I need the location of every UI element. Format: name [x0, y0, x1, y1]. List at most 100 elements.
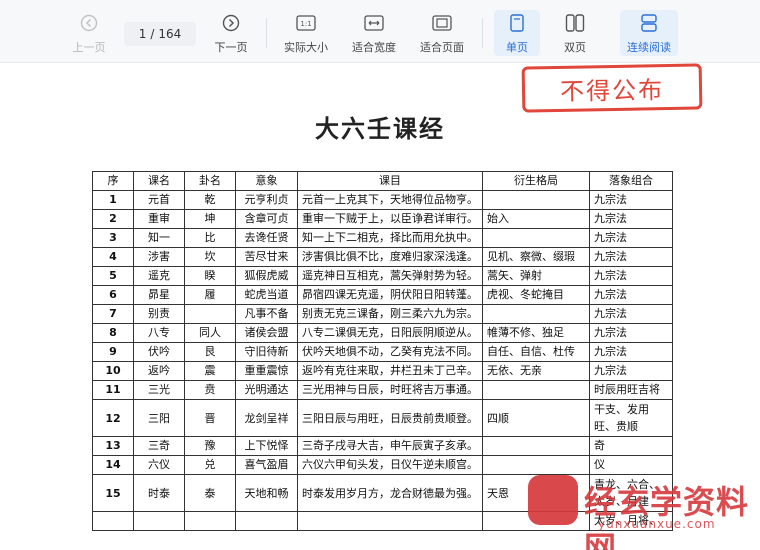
chevron-right-icon [220, 12, 242, 34]
table-cell: 艮 [184, 342, 236, 362]
table-cell: 7 [92, 304, 134, 324]
watermark-logo-icon [528, 475, 578, 525]
header-cell: 课目 [297, 171, 483, 191]
fit-width-icon [363, 12, 385, 34]
site-watermark: 经玄学资料网 yunxuanxue.com [528, 471, 760, 550]
table-cell: 3 [92, 228, 134, 248]
table-cell: 9 [92, 342, 134, 362]
table-cell: 凡事不备 [235, 304, 298, 324]
table-cell: 伏吟天地俱不动，乙癸有克法不同。 [297, 342, 483, 362]
table-cell [184, 511, 236, 531]
table-cell: 返吟有克往来取，井栏丑未丁己辛。 [297, 361, 483, 381]
header-cell: 课名 [133, 171, 185, 191]
table-cell: 奇 [589, 436, 673, 456]
table-cell: 九宗法 [589, 361, 673, 381]
prev-page-label: 上一页 [72, 41, 106, 54]
table-cell: 泰 [184, 474, 236, 512]
page-title: 大六壬课经 [315, 114, 445, 143]
page-indicator[interactable]: 1 / 164 [124, 22, 196, 46]
table-cell: 四顺 [482, 399, 590, 437]
table-cell [297, 511, 483, 531]
table-cell: 13 [92, 436, 134, 456]
table-cell: 元首一上克其下，天地得位品物亨。 [297, 190, 483, 210]
table-cell: 元亨利贞 [235, 190, 298, 210]
table-header-row: 序 课名 卦名 意象 课目 衍生格局 落象组合 [92, 171, 673, 191]
single-page-button[interactable]: 单页 [494, 10, 540, 56]
table-cell: 帷薄不修、独足 [482, 323, 590, 343]
table-row: 2 重审坤含章可贞 重审一下贼于上，以臣诤君详审行。 始入 九宗法 [92, 209, 673, 229]
table-cell: 遥克 [133, 266, 185, 286]
table-cell: 1 [92, 190, 134, 210]
document-page[interactable]: 不得公布 大六壬课经 序 课名 卦名 意象 课目 衍生格局 落象组合 1 元首乾元… [0, 63, 760, 550]
fit-width-button[interactable]: 适合宽度 [348, 10, 400, 56]
table-row: 9 伏吟艮守旧待新 伏吟天地俱不动，乙癸有克法不同。 自任、自信、杜传 九宗法 [92, 342, 673, 362]
table-cell: 八专 [133, 323, 185, 343]
table-cell: 重审 [133, 209, 185, 229]
table-cell: 乾 [184, 190, 236, 210]
table-cell: 三奇子戌寻大吉，申午辰寅子亥承。 [297, 436, 483, 456]
continuous-reading-button[interactable]: 连续阅读 [620, 10, 678, 56]
next-page-button[interactable]: 下一页 [206, 10, 256, 56]
table-cell: 三阳日辰与用旺，日辰贵前贵顺登。 [297, 399, 483, 437]
table-cell: 14 [92, 455, 134, 475]
double-page-label: 双页 [564, 41, 586, 54]
table-cell: 含章可贞 [235, 209, 298, 229]
table-cell: 伏吟 [133, 342, 185, 362]
actual-size-button[interactable]: 1:1 实际大小 [280, 10, 332, 56]
table-cell: 知一 [133, 228, 185, 248]
table-cell: 时泰发用岁月方，龙合财德最为强。 [297, 474, 483, 512]
table-cell: 龙剑呈祥 [235, 399, 298, 437]
table-cell: 守旧待新 [235, 342, 298, 362]
table-cell: 上下悦怿 [235, 436, 298, 456]
fit-page-button[interactable]: 适合页面 [416, 10, 468, 56]
table-cell: 六仪六甲旬头发，日仪午逆未顺宫。 [297, 455, 483, 475]
table-cell: 九宗法 [589, 228, 673, 248]
table-cell: 8 [92, 323, 134, 343]
continuous-reading-label: 连续阅读 [627, 41, 671, 54]
table-cell: 始入 [482, 209, 590, 229]
table-cell: 三光 [133, 380, 185, 400]
table-cell [482, 190, 590, 210]
toolbar: 上一页 1 / 164 下一页 1:1 实际大小 适合宽度 适合页面 单页 双页… [0, 0, 760, 63]
continuous-reading-icon [638, 12, 660, 34]
table-cell: 4 [92, 247, 134, 267]
header-cell: 序 [92, 171, 134, 191]
table-cell: 履 [184, 285, 236, 305]
table-cell: 九宗法 [589, 323, 673, 343]
table-cell: 喜气盈眉 [235, 455, 298, 475]
table-cell: 元首 [133, 190, 185, 210]
table-cell: 涉害 [133, 247, 185, 267]
page-current[interactable]: 1 [139, 27, 147, 41]
table-cell [133, 511, 185, 531]
table-cell [482, 436, 590, 456]
prev-page-button[interactable]: 上一页 [64, 10, 114, 56]
table-cell: 别责 [133, 304, 185, 324]
table-cell [482, 380, 590, 400]
table-cell [184, 304, 236, 324]
table-cell: 豫 [184, 436, 236, 456]
watermark-brand: 经玄学资料网 [584, 483, 750, 550]
table-cell: 九宗法 [589, 190, 673, 210]
table-cell: 6 [92, 285, 134, 305]
header-cell: 卦名 [184, 171, 236, 191]
table-cell [482, 304, 590, 324]
table-cell [482, 228, 590, 248]
table-cell: 返吟 [133, 361, 185, 381]
table-row: 3 知一比去谗任贤 知一上下二相克，择比而用允执中。 九宗法 [92, 228, 673, 248]
table-cell: 虎视、冬蛇掩目 [482, 285, 590, 305]
table-cell: 15 [92, 474, 134, 512]
table-row: 7 别责 凡事不备 别责无克三课备，刚三柔六九为宗。 九宗法 [92, 304, 673, 324]
table-row: 1 元首乾元亨利贞 元首一上克其下，天地得位品物亨。 九宗法 [92, 190, 673, 210]
toolbar-divider [482, 18, 483, 48]
actual-size-icon: 1:1 [295, 12, 317, 34]
table-cell: 九宗法 [589, 209, 673, 229]
actual-size-label: 实际大小 [284, 41, 328, 54]
table-row: 11 三光贲光明通达 三光用神与日辰，时旺将吉万事通。 时辰用旺吉将 [92, 380, 673, 400]
double-page-button[interactable]: 双页 [552, 10, 598, 56]
fit-page-label: 适合页面 [420, 41, 464, 54]
table-cell: 贲 [184, 380, 236, 400]
table-cell: 蒿矢、弹射 [482, 266, 590, 286]
svg-text:1:1: 1:1 [300, 20, 311, 28]
table-cell: 坎 [184, 247, 236, 267]
table-cell: 同人 [184, 323, 236, 343]
